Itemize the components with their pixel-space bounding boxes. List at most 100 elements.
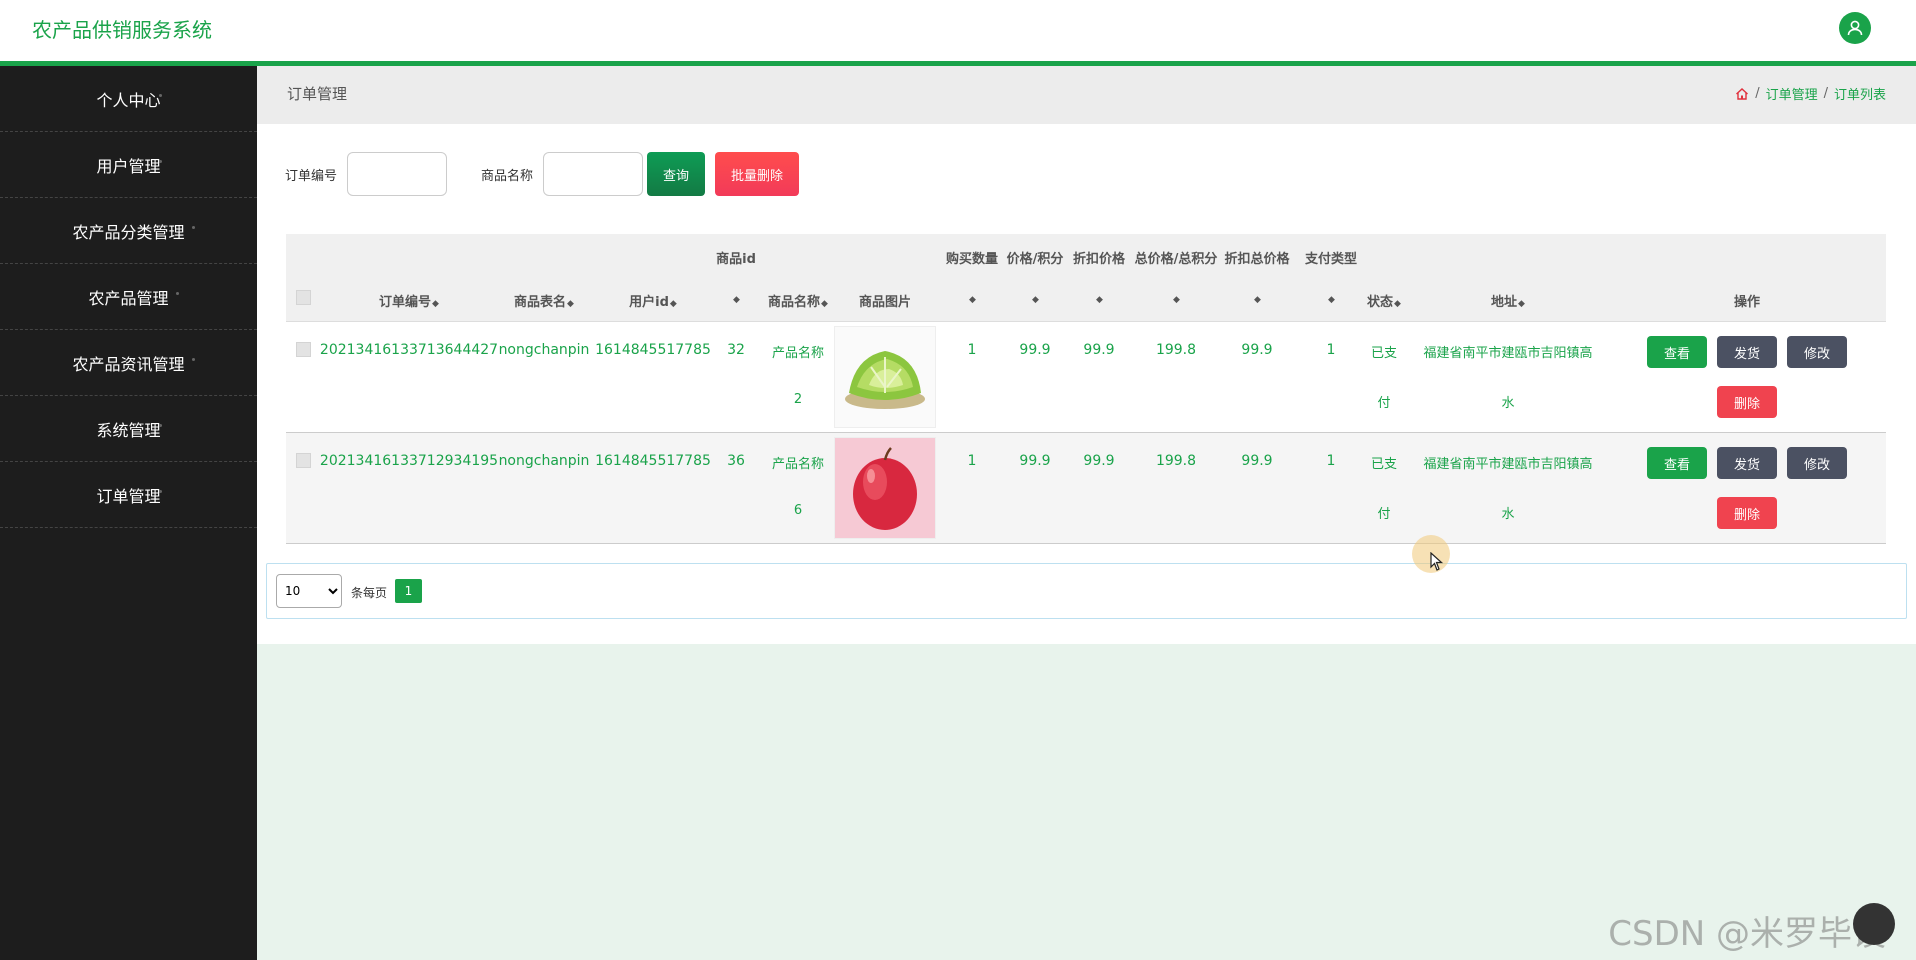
table-row: 20213416133713644427 nongchanpin 1614845… <box>286 322 1886 433</box>
row-checkbox[interactable] <box>296 342 311 357</box>
user-icon <box>1847 20 1863 36</box>
header-discount: 折扣价格 <box>1072 252 1126 267</box>
view-button[interactable]: 查看 <box>1647 447 1707 479</box>
product-id-cell: 32 <box>727 342 745 358</box>
product-name-cell: 产品名称 <box>771 457 825 472</box>
content-panel: 订单管理 / 订单管理 / 订单列表 订单编号 商品名称 查询 批量删除 商品i… <box>257 66 1916 644</box>
total-cell: 199.8 <box>1155 453 1197 469</box>
product-name-cell-line2: 6 <box>793 503 803 518</box>
sort-icon: ◆ <box>1254 295 1261 305</box>
sort-product-id[interactable]: ◆ <box>732 291 740 306</box>
sort-price[interactable]: ◆ <box>1031 291 1039 306</box>
user-id-cell: 1614845517785 <box>595 342 711 358</box>
sidebar-item-products[interactable]: 农产品管理 <box>0 264 257 330</box>
sort-discount[interactable]: ◆ <box>1095 291 1103 306</box>
table-name-cell: nongchanpin <box>498 342 590 358</box>
search-form: 订单编号 商品名称 查询 批量删除 <box>285 152 800 196</box>
ship-button[interactable]: 发货 <box>1717 336 1777 368</box>
sort-discount-total[interactable]: ◆ <box>1253 291 1261 306</box>
user-id-cell: 1614845517785 <box>595 453 711 469</box>
sidebar-item-label: 系统管理 <box>96 420 161 440</box>
status-cell: 已支 <box>1370 346 1398 361</box>
sort-total[interactable]: ◆ <box>1172 291 1180 306</box>
row-checkbox[interactable] <box>296 453 311 468</box>
sort-icon: ◆ <box>1518 299 1525 309</box>
edit-button[interactable]: 修改 <box>1787 336 1847 368</box>
breadcrumb-orders[interactable]: 订单管理 <box>1766 84 1818 103</box>
watermark: CSDN @米罗毕设 <box>1608 914 1886 954</box>
sidebar-item-label: 农产品资讯管理 <box>72 354 185 374</box>
table-header: 商品id 购买数量 价格/积分 折扣价格 总价格/总积分 折扣总价格 支付类型 … <box>286 234 1886 322</box>
header-label: 商品名称 <box>768 295 821 310</box>
app-title: 农产品供销服务系统 <box>32 18 212 42</box>
delete-button[interactable]: 删除 <box>1717 386 1777 418</box>
sidebar-item-system[interactable]: 系统管理 <box>0 396 257 462</box>
status-cell-line2: 付 <box>1377 396 1391 411</box>
sort-qty[interactable]: ◆ <box>968 291 976 306</box>
delete-button[interactable]: 删除 <box>1717 497 1777 529</box>
price-cell: 99.9 <box>1019 453 1051 469</box>
sidebar-item-label: 农产品管理 <box>88 288 169 308</box>
discount-cell: 99.9 <box>1083 453 1115 469</box>
header-product-image: 商品图片 <box>858 295 912 310</box>
address-cell-line2: 水 <box>1501 396 1515 411</box>
table-row: 20213416133712934195 nongchanpin 1614845… <box>286 433 1886 544</box>
sidebar-item-personal-center[interactable]: 个人中心 <box>0 66 257 132</box>
sort-icon: ◆ <box>432 299 439 309</box>
breadcrumb-bar: 订单管理 / 订单管理 / 订单列表 <box>257 66 1916 124</box>
edit-button[interactable]: 修改 <box>1787 447 1847 479</box>
sidebar-item-orders[interactable]: 订单管理 <box>0 462 257 528</box>
sort-icon: ◆ <box>567 299 574 309</box>
select-all-checkbox[interactable] <box>296 290 311 305</box>
dot-icon <box>176 292 179 295</box>
floating-button[interactable] <box>1853 903 1895 945</box>
header-product-name[interactable]: 商品名称◆ <box>768 291 828 310</box>
bulk-delete-button[interactable]: 批量删除 <box>715 152 800 196</box>
pay-type-cell: 1 <box>1326 453 1336 469</box>
dot-icon <box>159 160 162 163</box>
header-address[interactable]: 地址◆ <box>1491 291 1525 310</box>
header-status[interactable]: 状态◆ <box>1367 291 1401 310</box>
user-avatar[interactable] <box>1839 12 1871 44</box>
product-name-input[interactable] <box>543 152 644 196</box>
header-qty: 购买数量 <box>945 252 999 267</box>
sidebar-item-users[interactable]: 用户管理 <box>0 132 257 198</box>
table-name-cell: nongchanpin <box>498 453 590 469</box>
sidebar-item-news[interactable]: 农产品资讯管理 <box>0 330 257 396</box>
breadcrumb: / 订单管理 / 订单列表 <box>1735 84 1886 103</box>
sort-icon: ◆ <box>969 295 976 305</box>
price-cell: 99.9 <box>1019 342 1051 358</box>
query-button[interactable]: 查询 <box>647 152 706 196</box>
lettuce-image <box>834 326 936 428</box>
pagination: 10 条每页 1 <box>266 563 1907 619</box>
home-icon[interactable] <box>1735 87 1749 101</box>
page-size-select[interactable]: 10 <box>276 574 342 608</box>
page-number-current[interactable]: 1 <box>395 579 422 603</box>
main-area: 订单管理 / 订单管理 / 订单列表 订单编号 商品名称 查询 批量删除 商品i… <box>257 66 1916 960</box>
order-no-input[interactable] <box>347 152 448 196</box>
top-header: 农产品供销服务系统 <box>0 0 1916 66</box>
view-button[interactable]: 查看 <box>1647 336 1707 368</box>
orders-table: 商品id 购买数量 价格/积分 折扣价格 总价格/总积分 折扣总价格 支付类型 … <box>286 234 1886 544</box>
header-label: 用户id <box>629 295 669 310</box>
ship-button[interactable]: 发货 <box>1717 447 1777 479</box>
discount-total-cell: 99.9 <box>1241 453 1273 469</box>
apple-illustration <box>853 447 917 530</box>
header-label: 商品表名 <box>514 295 567 310</box>
order-no-label: 订单编号 <box>285 168 338 184</box>
sort-icon: ◆ <box>1328 295 1335 305</box>
sort-icon: ◆ <box>733 295 740 305</box>
sidebar: 个人中心 用户管理 农产品分类管理 农产品管理 农产品资讯管理 系统管理 订单管… <box>0 66 257 960</box>
discount-total-cell: 99.9 <box>1241 342 1273 358</box>
header-order-no[interactable]: 订单编号◆ <box>379 291 439 310</box>
product-name-label: 商品名称 <box>481 168 534 184</box>
total-cell: 199.8 <box>1155 342 1197 358</box>
breadcrumb-order-list[interactable]: 订单列表 <box>1834 84 1886 103</box>
dot-icon <box>159 94 162 97</box>
sort-pay-type[interactable]: ◆ <box>1327 291 1335 306</box>
header-table-name[interactable]: 商品表名◆ <box>514 291 574 310</box>
header-user-id[interactable]: 用户id◆ <box>629 291 677 310</box>
header-price: 价格/积分 <box>1006 252 1064 267</box>
sidebar-item-label: 订单管理 <box>96 486 161 506</box>
sidebar-item-category[interactable]: 农产品分类管理 <box>0 198 257 264</box>
